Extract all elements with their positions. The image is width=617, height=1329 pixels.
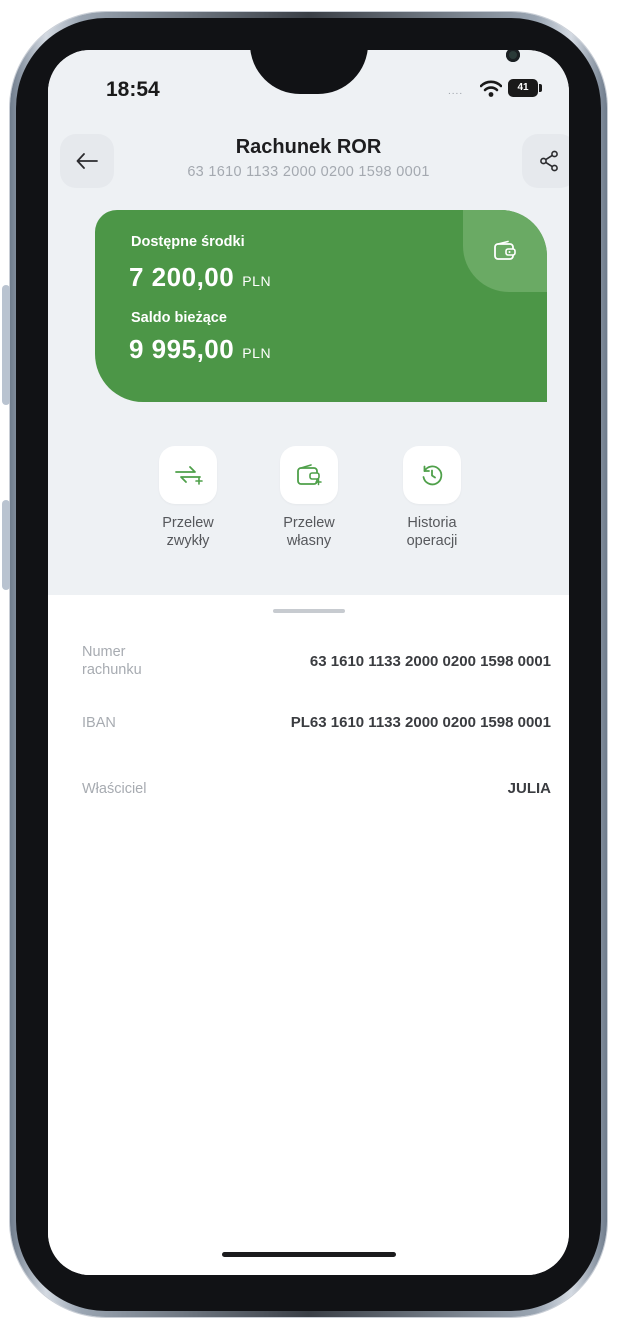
own-transfer-label-line2: własny [286, 533, 332, 549]
signal-dots: .... [448, 86, 464, 97]
account-title: Rachunek ROR [235, 136, 382, 158]
regular-transfer-label-line1: Przelew [162, 515, 214, 531]
current-balance-amount: 9 995,00 PLN [129, 334, 271, 365]
history-label-line1: Historia [407, 515, 457, 531]
card-wallet-badge [463, 210, 547, 292]
action-transaction-history[interactable]: Historia operacji [372, 446, 492, 550]
own-transfer-label-line1: Przelew [283, 515, 335, 531]
detail-label-iban: IBAN [82, 715, 116, 731]
available-funds-currency: PLN [242, 273, 272, 289]
regular-transfer-label: Przelew zwykły [128, 514, 248, 550]
history-icon-box [403, 446, 461, 504]
account-number-subtitle: 63 1610 1133 2000 0200 1598 0001 [187, 164, 430, 180]
current-balance-value: 9 995,00 [129, 334, 235, 364]
wallet-icon [494, 240, 516, 260]
wallet-icon [297, 464, 322, 486]
current-balance-currency: PLN [242, 345, 272, 361]
sheet-drag-handle[interactable] [273, 609, 345, 613]
power-button [2, 500, 10, 590]
camera-icon [506, 50, 520, 62]
history-label-line2: operacji [406, 533, 458, 549]
own-transfer-label: Przelew własny [249, 514, 369, 550]
share-button[interactable] [522, 134, 569, 188]
action-own-transfer[interactable]: Przelew własny [249, 446, 369, 550]
history-clock-icon [422, 465, 443, 486]
detail-value-account-number: 63 1610 1133 2000 0200 1598 0001 [309, 653, 551, 670]
share-icon [540, 150, 558, 172]
volume-button [2, 285, 10, 405]
detail-label-account-number-line1: Numer [82, 644, 126, 660]
own-transfer-icon-box [280, 446, 338, 504]
action-regular-transfer[interactable]: Przelew zwykły [128, 446, 248, 550]
history-label: Historia operacji [372, 514, 492, 550]
detail-value-owner: JULIA [507, 780, 551, 797]
available-funds-label: Dostępne środki [131, 234, 245, 250]
app-screen: 18:54 .... 41 Rachunek ROR 63 1610 1133 … [48, 50, 569, 1275]
detail-label-owner: Właściciel [82, 781, 147, 797]
available-funds-amount: 7 200,00 PLN [129, 262, 271, 293]
camera-notch [250, 50, 520, 94]
available-funds-value: 7 200,00 [129, 262, 235, 292]
account-details-sheet: Numer rachunku 63 1610 1133 2000 0200 15… [48, 595, 569, 1275]
regular-transfer-icon-box [159, 446, 217, 504]
detail-label-account-number: Numer rachunku [82, 643, 142, 679]
detail-value-iban: PL63 1610 1133 2000 0200 1598 0001 [290, 714, 551, 731]
balance-card[interactable]: Dostępne środki 7 200,00 PLN Saldo bieżąc… [95, 210, 547, 402]
detail-label-account-number-line2: rachunku [82, 662, 142, 678]
regular-transfer-label-line2: zwykły [166, 533, 210, 549]
home-indicator[interactable] [222, 1252, 396, 1257]
transfer-arrows-icon [175, 466, 203, 485]
wifi-icon [480, 80, 502, 97]
status-time: 18:54 [106, 78, 160, 101]
account-header-area: 18:54 .... 41 Rachunek ROR 63 1610 1133 … [48, 50, 569, 595]
current-balance-label: Saldo bieżące [131, 310, 227, 326]
battery-icon: 41 [508, 79, 542, 97]
